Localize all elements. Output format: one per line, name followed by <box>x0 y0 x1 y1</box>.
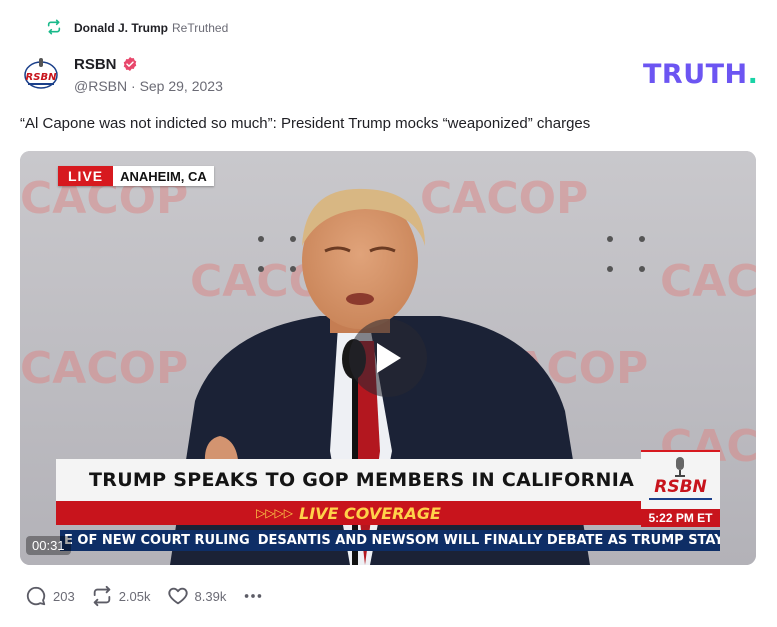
more-icon <box>245 594 262 598</box>
location-label: ANAHEIM, CA <box>113 166 214 186</box>
logo-dot: . <box>747 59 759 90</box>
microphone-icon <box>675 457 685 477</box>
retruth-user[interactable]: Donald J. Trump <box>74 21 168 35</box>
account-handle[interactable]: @RSBN <box>74 78 127 94</box>
reply-count: 203 <box>53 588 75 604</box>
retruth-header: Donald J. Trump ReTruthed <box>46 18 228 38</box>
network-logo-box: RSBN 5:22 PM ET <box>641 450 720 527</box>
like-count: 8.39k <box>194 588 227 604</box>
avatar[interactable]: RSBN <box>20 56 62 92</box>
meta-separator: · <box>127 78 140 94</box>
svg-text:CACOP: CACOP <box>660 256 756 307</box>
video-headline: TRUMP SPEAKS TO GOP MEMBERS IN CALIFORNI… <box>56 459 641 501</box>
post-text: “Al Capone was not indicted so much”: Pr… <box>20 115 591 132</box>
heart-icon <box>167 587 188 605</box>
action-bar: 203 2.05k 8.39k <box>25 585 264 607</box>
like-button[interactable]: 8.39k <box>167 585 227 607</box>
truth-logo[interactable]: TRUTH. <box>643 59 758 90</box>
live-coverage-bar: ▷▷▷▷ LIVE COVERAGE <box>56 501 641 525</box>
reply-button[interactable]: 203 <box>25 585 75 607</box>
retruth-label: ReTruthed <box>172 21 229 35</box>
account-info: RSBN @RSBN · Sep 29, 2023 <box>74 54 223 95</box>
coverage-label: LIVE COVERAGE <box>299 503 441 523</box>
video-duration: 00:31 <box>26 536 71 555</box>
coverage-arrows: ▷▷▷▷ <box>256 506 294 520</box>
retruth-button[interactable]: 2.05k <box>91 585 151 607</box>
retruth-count: 2.05k <box>118 588 151 604</box>
video-player[interactable]: CACOP CACOP CACOP CACOP CACOP CACOP CACO… <box>20 151 756 565</box>
broadcast-clock: 5:22 PM ET <box>641 509 720 527</box>
news-ticker: E OF NEW COURT RULING DESANTIS AND NEWSO… <box>60 530 720 551</box>
more-button[interactable] <box>242 585 264 607</box>
play-button[interactable] <box>349 319 427 397</box>
account-name[interactable]: RSBN <box>74 56 117 73</box>
reply-icon <box>26 586 46 606</box>
svg-text:CACOP: CACOP <box>420 173 588 224</box>
svg-text:CACOP: CACOP <box>20 343 188 394</box>
logo-text: TRUTH <box>643 59 748 90</box>
retruth-icon <box>46 19 64 37</box>
avatar-text: RSBN <box>26 72 58 83</box>
account-meta: @RSBN · Sep 29, 2023 <box>74 78 223 94</box>
verified-badge-icon <box>122 56 138 72</box>
live-label: LIVE <box>58 166 114 186</box>
network-underline <box>649 498 712 500</box>
live-badge: LIVE ANAHEIM, CA <box>58 166 214 186</box>
play-icon <box>377 343 401 373</box>
post-date[interactable]: Sep 29, 2023 <box>140 78 223 94</box>
retruth-action-icon <box>93 585 110 607</box>
network-name: RSBN <box>654 477 707 497</box>
lower-third: TRUMP SPEAKS TO GOP MEMBERS IN CALIFORNI… <box>56 459 641 525</box>
ticker-left: E OF NEW COURT RULING <box>64 533 250 548</box>
ticker-right: DESANTIS AND NEWSOM WILL FINALLY DEBATE … <box>257 533 720 548</box>
